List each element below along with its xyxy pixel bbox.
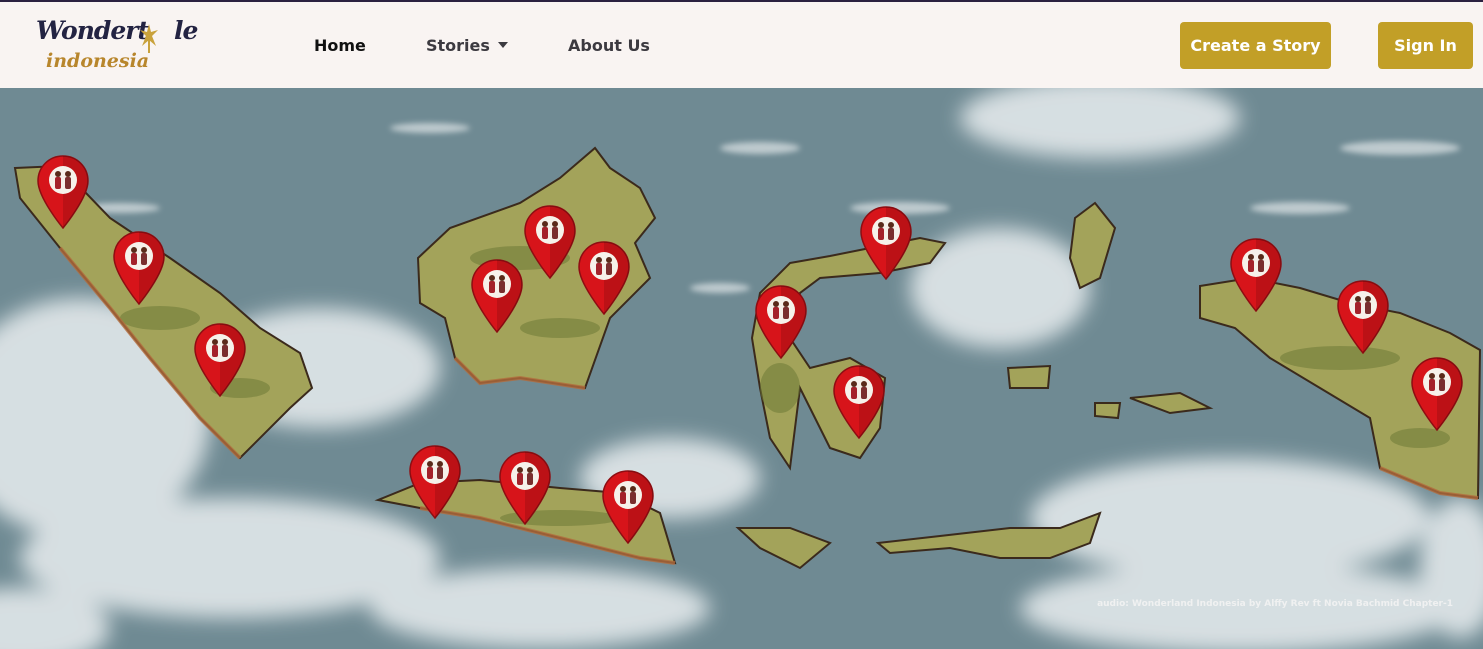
- map-pin-icon: [833, 365, 885, 440]
- map-pin-kalimantan-north[interactable]: [523, 204, 577, 280]
- map-pin-sumatra-north[interactable]: [36, 154, 90, 230]
- map-pin-papua-west[interactable]: [1229, 237, 1283, 313]
- map-pin-icon: [602, 470, 654, 545]
- nav-stories-dropdown[interactable]: Stories: [426, 36, 508, 55]
- map-pin-icon: [755, 285, 807, 360]
- wondertale-logo[interactable]: Wondert le indonesia: [36, 16, 198, 80]
- map-pin-sumatra-south[interactable]: [193, 322, 247, 398]
- map-pin-java-east[interactable]: [601, 469, 655, 545]
- map-pin-icon: [194, 323, 246, 398]
- map-pin-icon: [1411, 357, 1463, 432]
- map-pin-sumatra-west[interactable]: [112, 230, 166, 306]
- map-pin-sulawesi-south[interactable]: [832, 364, 886, 440]
- map-pin-papua-south[interactable]: [1410, 356, 1464, 432]
- map-pin-sulawesi-central[interactable]: [754, 284, 808, 360]
- map-pin-icon: [1230, 238, 1282, 313]
- map-pin-icon: [113, 231, 165, 306]
- map-pin-papua-central[interactable]: [1336, 279, 1390, 355]
- nav-stories-label: Stories: [426, 36, 490, 55]
- map-pin-java-central[interactable]: [498, 450, 552, 526]
- nav-home-link[interactable]: Home: [314, 36, 366, 55]
- create-story-button[interactable]: Create a Story: [1180, 22, 1331, 69]
- sign-in-button[interactable]: Sign In: [1378, 22, 1473, 69]
- map-pin-icon: [471, 259, 523, 334]
- map-pin-icon: [860, 206, 912, 281]
- map-pin-icon: [499, 451, 551, 526]
- caret-down-icon: [497, 42, 508, 48]
- map-pin-kalimantan-east[interactable]: [577, 240, 631, 316]
- map-pin-java-west[interactable]: [408, 444, 462, 520]
- map-pin-icon: [524, 205, 576, 280]
- map-pin-kalimantan-west[interactable]: [470, 258, 524, 334]
- top-navbar: Wondert le indonesia Home Stories About U…: [0, 0, 1483, 88]
- logo-subtitle: indonesia: [46, 50, 150, 72]
- logo-wordmark: Wondert le: [36, 16, 198, 45]
- map-pin-icon: [1337, 280, 1389, 355]
- maluku-island: [1006, 364, 1052, 389]
- nav-about-link[interactable]: About Us: [568, 36, 650, 55]
- buru-island: [1094, 402, 1122, 420]
- indonesia-map: audio: Wonderland Indonesia by Alffy Rev…: [0, 88, 1483, 649]
- map-pin-sulawesi-north[interactable]: [859, 205, 913, 281]
- audio-credit: audio: Wonderland Indonesia by Alffy Rev…: [1097, 599, 1453, 609]
- map-pin-icon: [578, 241, 630, 316]
- map-pin-icon: [37, 155, 89, 230]
- logo-word-tail: le: [174, 16, 198, 45]
- logo-word: Wondert: [36, 16, 149, 45]
- map-pin-icon: [409, 445, 461, 520]
